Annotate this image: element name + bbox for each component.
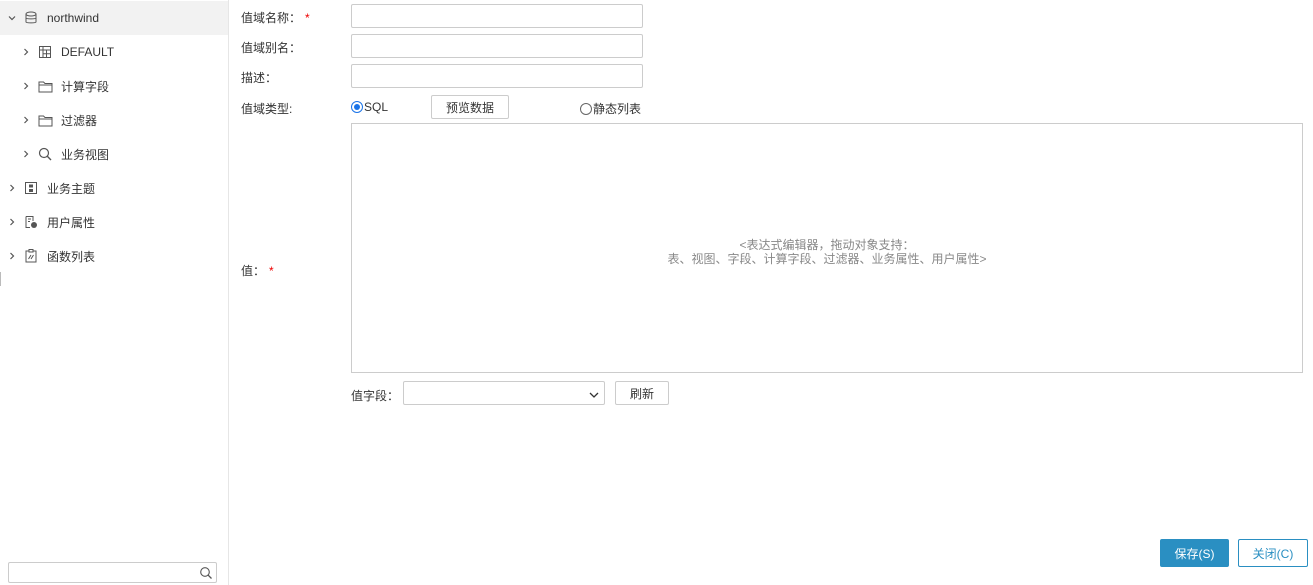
required-marker: * xyxy=(269,264,274,278)
value-label-text: 值： xyxy=(241,264,266,278)
tree-node-user-attributes[interactable]: 用户属性 xyxy=(0,205,95,239)
tree-node-label: 过滤器 xyxy=(61,113,98,128)
domain-type-label: 值域类型: xyxy=(241,102,293,116)
tree-node-label: 业务主题 xyxy=(47,181,96,196)
description-input[interactable] xyxy=(351,64,643,88)
tree-node-business-themes[interactable]: 业务主题 xyxy=(0,171,95,205)
chevron-right-icon[interactable] xyxy=(21,149,31,159)
type-radio-static-list[interactable]: 静态列表 xyxy=(580,100,641,117)
tree-node-northwind[interactable]: northwind xyxy=(0,1,228,35)
tree-node-business-views[interactable]: 业务视图 xyxy=(0,137,109,171)
folder-icon xyxy=(37,78,53,94)
tree-node-label: 计算字段 xyxy=(61,79,110,94)
type-radio-static-label: 静态列表 xyxy=(593,102,642,116)
value-field-label: 值字段： xyxy=(351,389,400,403)
save-button[interactable]: 保存(S) xyxy=(1160,539,1229,567)
function-list-icon xyxy=(23,248,39,264)
tree-node-calc-fields[interactable]: 计算字段 xyxy=(0,69,109,103)
search-icon xyxy=(37,146,53,162)
placeholder-line-1: <表达式编辑器，拖动对象支持： xyxy=(739,238,915,252)
business-theme-icon xyxy=(23,180,39,196)
domain-name-label: 值域名称： * xyxy=(241,9,310,26)
tree-search-input[interactable] xyxy=(9,563,194,582)
domain-alias-label: 值域别名： xyxy=(241,41,302,55)
required-marker: * xyxy=(305,11,310,25)
database-icon xyxy=(23,10,39,26)
radio-dot-selected[interactable] xyxy=(351,101,363,113)
tree-node-label: DEFAULT xyxy=(61,45,115,59)
search-icon[interactable] xyxy=(199,566,213,580)
preview-data-button[interactable]: 预览数据 xyxy=(431,95,509,119)
chevron-right-icon[interactable] xyxy=(7,183,17,193)
tree-node-label: 业务视图 xyxy=(61,147,110,162)
tree-node-function-list[interactable]: 函数列表 xyxy=(0,239,95,273)
domain-alias-input[interactable] xyxy=(351,34,643,58)
chevron-down-icon[interactable] xyxy=(7,13,17,23)
close-button[interactable]: 关闭(C) xyxy=(1238,539,1308,567)
user-attribute-icon xyxy=(23,214,39,230)
panel-resize-marker xyxy=(0,272,1,286)
chevron-right-icon[interactable] xyxy=(7,251,17,261)
tree-node-label: 函数列表 xyxy=(47,249,96,264)
tree-node-label: 用户属性 xyxy=(47,215,96,230)
tree-node-default[interactable]: DEFAULT xyxy=(0,35,114,69)
tree-node-label: northwind xyxy=(47,11,100,25)
tree-search-box[interactable] xyxy=(8,562,217,583)
tree-node-filters[interactable]: 过滤器 xyxy=(0,103,97,137)
resource-tree-panel: northwind DEFAULT 计算字段 过滤器 业务视图 业务主题 用户属… xyxy=(0,0,229,585)
value-field-select[interactable] xyxy=(403,381,605,405)
type-radio-sql-label: SQL xyxy=(364,100,389,114)
chevron-right-icon[interactable] xyxy=(21,81,31,91)
domain-name-label-text: 值域名称： xyxy=(241,11,302,25)
chevron-right-icon[interactable] xyxy=(21,115,31,125)
chevron-right-icon[interactable] xyxy=(7,217,17,227)
type-radio-sql[interactable]: SQL xyxy=(351,100,388,114)
description-label: 描述： xyxy=(241,71,278,85)
chevron-down-icon xyxy=(589,389,599,399)
expression-editor[interactable]: <表达式编辑器，拖动对象支持： 表、视图、字段、计算字段、过滤器、业务属性、用户… xyxy=(351,123,1303,373)
value-label: 值： * xyxy=(241,262,274,279)
table-schema-icon xyxy=(37,44,53,60)
refresh-button[interactable]: 刷新 xyxy=(615,381,669,405)
expression-editor-placeholder: <表达式编辑器，拖动对象支持： 表、视图、字段、计算字段、过滤器、业务属性、用户… xyxy=(352,238,1302,266)
domain-name-input[interactable] xyxy=(351,4,643,28)
folder-icon xyxy=(37,112,53,128)
radio-dot[interactable] xyxy=(580,102,592,115)
placeholder-line-2: 表、视图、字段、计算字段、过滤器、业务属性、用户属性> xyxy=(667,252,987,266)
chevron-right-icon[interactable] xyxy=(21,47,31,57)
